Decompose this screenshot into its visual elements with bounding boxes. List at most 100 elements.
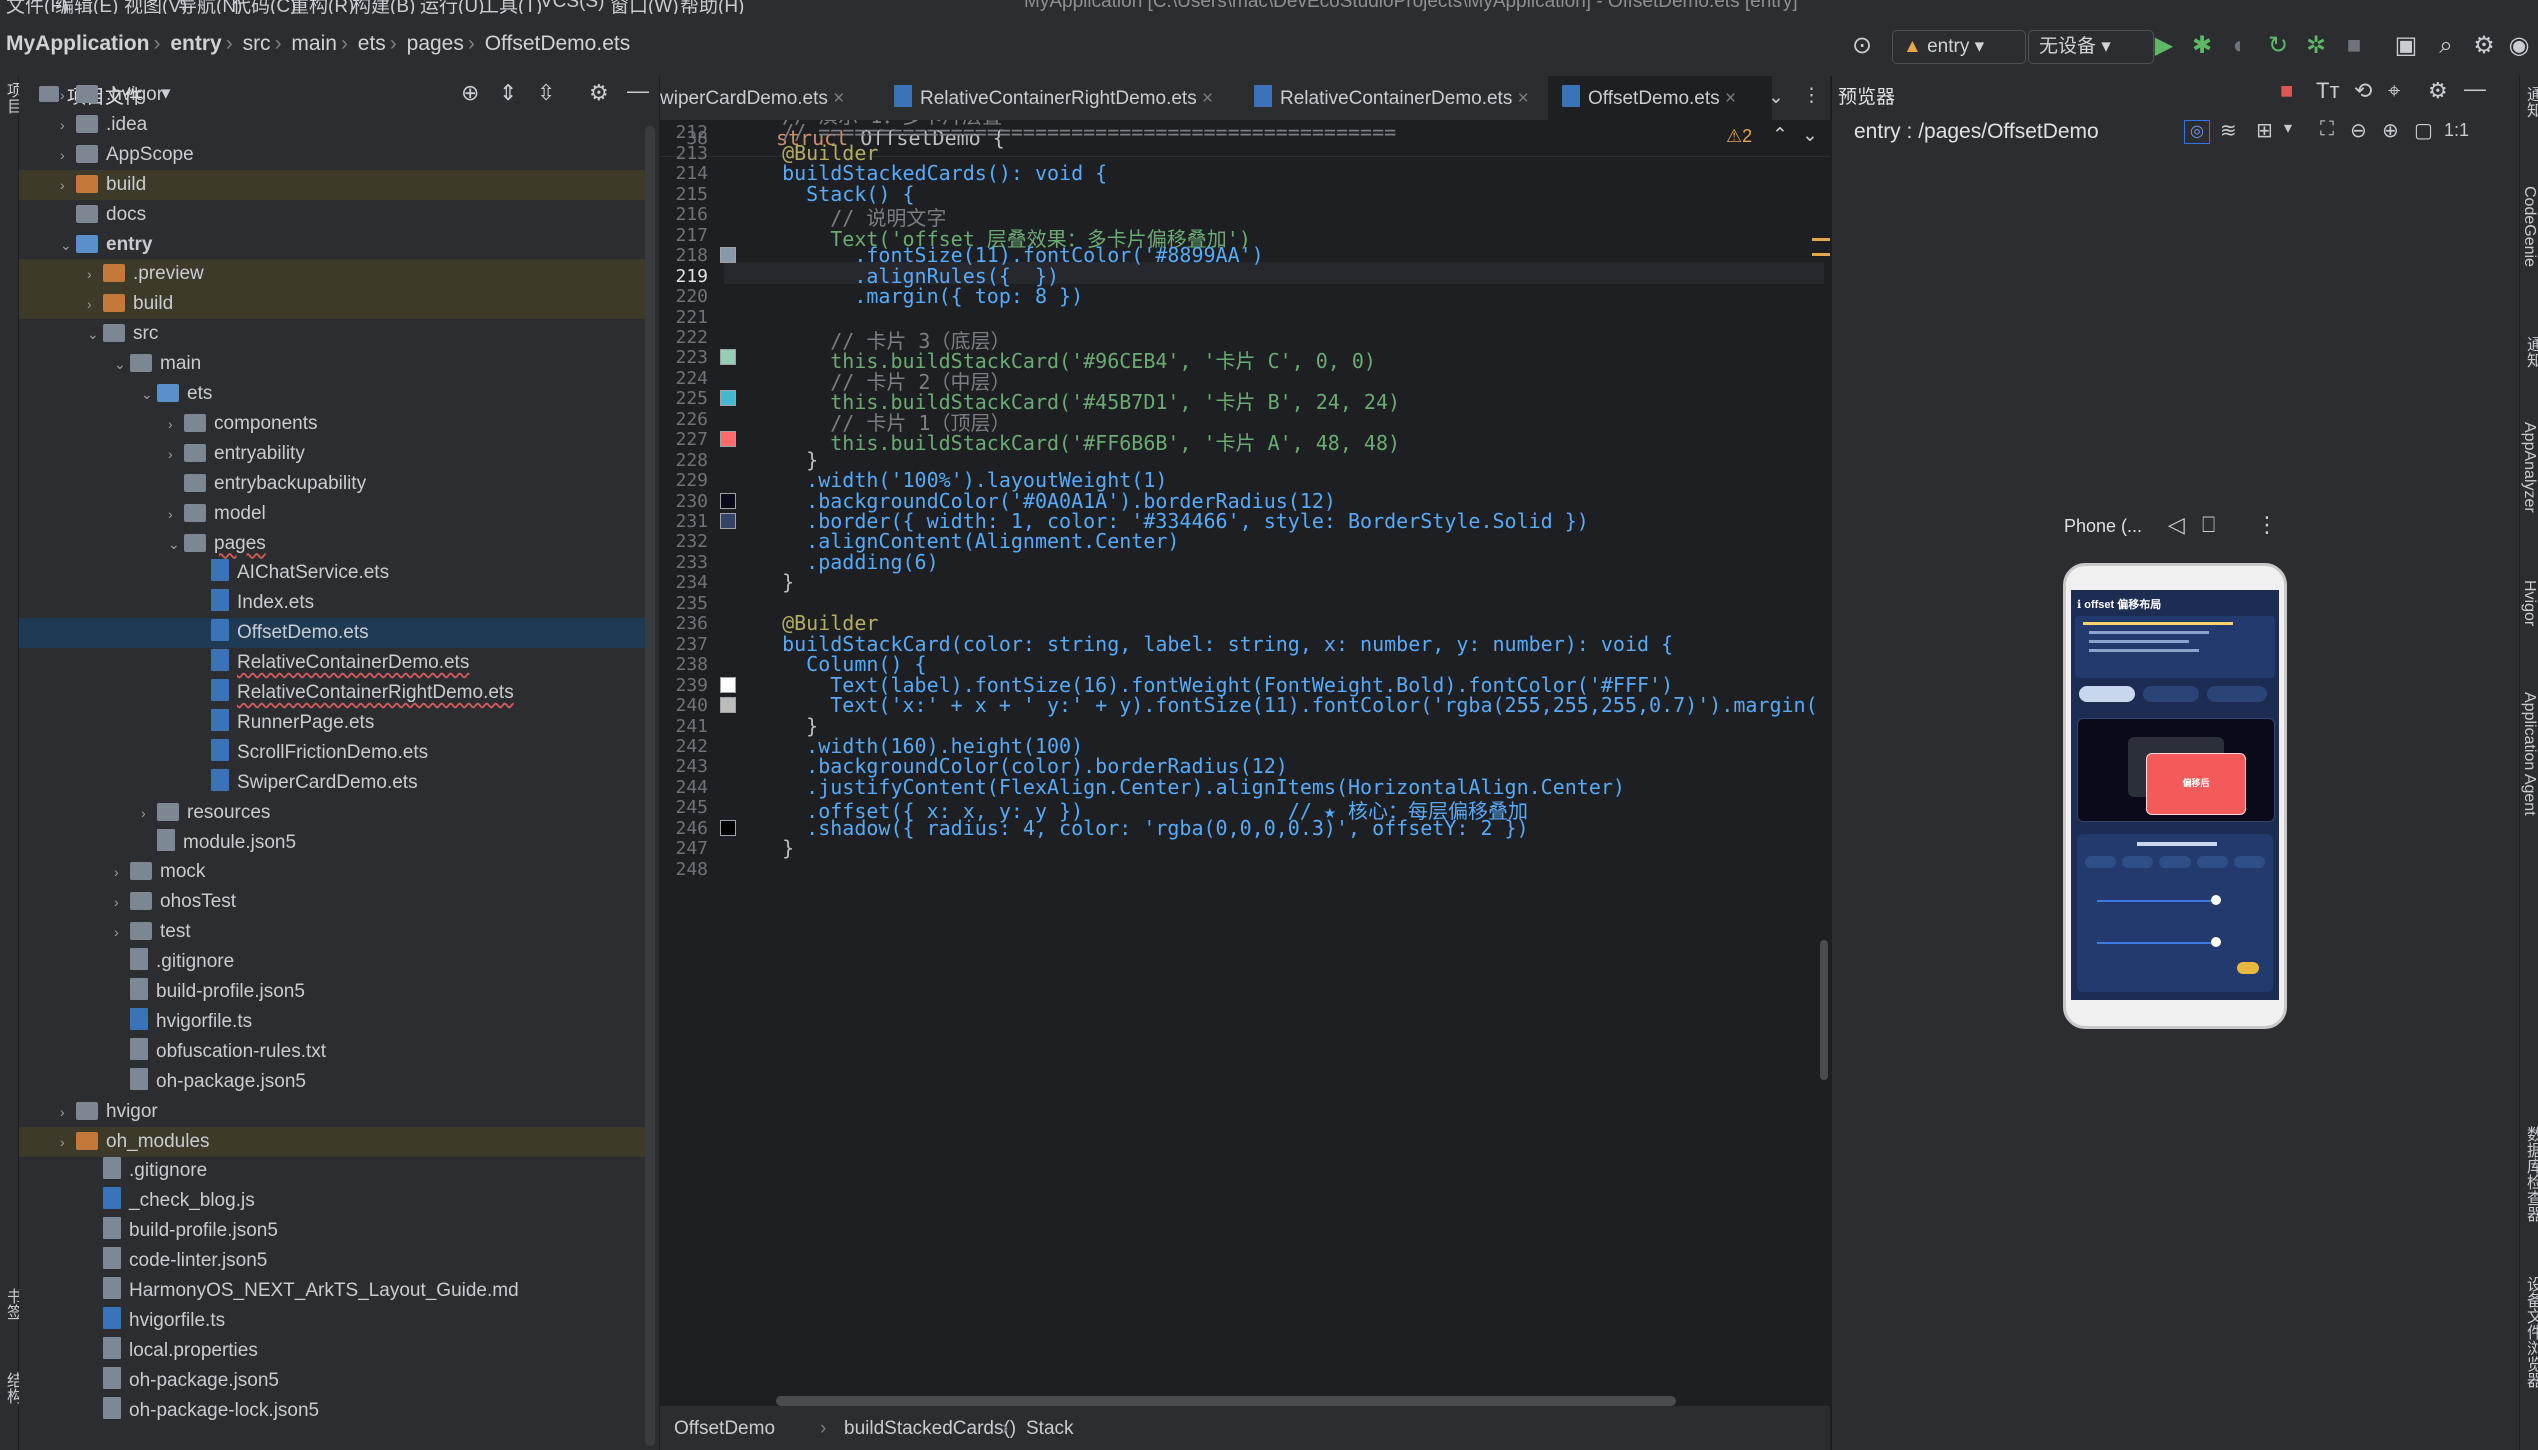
settings-icon[interactable]: ⚙: [2470, 32, 2498, 60]
chevron-right-icon[interactable]: ›: [114, 857, 130, 887]
fit-screen-icon[interactable]: ⛶: [2320, 118, 2334, 141]
menu-item[interactable]: 工具(T): [480, 0, 542, 14]
chevron-right-icon[interactable]: ›: [60, 1097, 76, 1127]
ratio-icon[interactable]: 1:1: [2444, 120, 2469, 141]
color-swatch-icon[interactable]: [720, 492, 736, 509]
chevron-right-icon[interactable]: ›: [60, 110, 76, 140]
editor-vertical-scrollbar[interactable]: [1820, 940, 1828, 1080]
chevron-right-icon[interactable]: ›: [60, 1127, 76, 1157]
tree-folder-item[interactable]: › .preview: [19, 259, 645, 290]
next-highlight-icon[interactable]: ⌄: [1802, 124, 1818, 147]
status-crumb-method[interactable]: buildStackedCards(): [844, 1418, 1016, 1440]
tree-folder-item[interactable]: › oh_modules: [19, 1126, 645, 1157]
menu-item[interactable]: 运行(U): [420, 0, 484, 14]
tab-relative-container-right-demo[interactable]: RelativeContainerRightDemo.ets ×: [880, 76, 1244, 120]
tree-file-item[interactable]: build-profile.json5: [19, 1216, 645, 1246]
tree-file-item[interactable]: oh-package-lock.json5: [19, 1396, 645, 1426]
debug-icon[interactable]: ✱: [2188, 32, 2216, 60]
code-line[interactable]: .shadow({ radius: 4, color: 'rgba(0,0,0,…: [758, 816, 1528, 840]
menu-item[interactable]: 窗口(W): [610, 0, 679, 14]
chevron-right-icon[interactable]: ›: [87, 289, 103, 319]
chevron-down-icon[interactable]: ⌄: [168, 529, 184, 559]
tree-file-item[interactable]: AIChatService.ets: [19, 558, 645, 588]
tree-file-item[interactable]: obfuscation-rules.txt: [19, 1037, 645, 1067]
chevron-right-icon[interactable]: ›: [114, 887, 130, 917]
chevron-right-icon[interactable]: ›: [60, 140, 76, 170]
tree-file-item[interactable]: code-linter.json5: [19, 1246, 645, 1276]
tree-folder-item[interactable]: › .hvigor: [19, 80, 645, 110]
rotate-icon[interactable]: ⎕: [2202, 512, 2215, 538]
color-swatch-icon[interactable]: [720, 247, 736, 264]
device-selector[interactable]: 无设备 ▾: [2028, 30, 2154, 64]
menu-item[interactable]: 构建(B): [352, 0, 415, 14]
breadcrumb-ets[interactable]: ets: [358, 32, 386, 55]
tree-folder-item[interactable]: › AppScope: [19, 140, 645, 170]
tree-file-item[interactable]: RelativeContainerRightDemo.ets: [19, 678, 645, 708]
project-scrollbar[interactable]: [645, 126, 655, 1446]
chevron-right-icon[interactable]: ›: [60, 80, 76, 110]
tree-folder-item[interactable]: › components: [19, 409, 645, 439]
font-size-icon[interactable]: Tт: [2316, 78, 2340, 104]
color-swatch-icon[interactable]: [720, 676, 736, 693]
chevron-right-icon[interactable]: ›: [168, 499, 184, 529]
tree-folder-item[interactable]: › mock: [19, 857, 645, 887]
notifications-tool-tab[interactable]: 通知: [2520, 86, 2538, 118]
breadcrumb-main[interactable]: main: [291, 32, 337, 55]
color-swatch-icon[interactable]: [720, 390, 736, 407]
menu-item[interactable]: 重构(R): [290, 0, 354, 14]
tree-file-item[interactable]: ScrollFrictionDemo.ets: [19, 738, 645, 768]
tree-folder-item[interactable]: › model: [19, 499, 645, 529]
breadcrumb-project[interactable]: MyApplication: [6, 32, 150, 55]
tree-file-item[interactable]: Index.ets: [19, 588, 645, 618]
menu-item[interactable]: 帮助(H): [680, 0, 744, 14]
layers-icon[interactable]: ≋: [2220, 118, 2237, 143]
account-icon[interactable]: ◉: [2505, 32, 2533, 60]
back-icon[interactable]: ◁: [2168, 512, 2185, 538]
application-agent-tool-tab[interactable]: Application Agent: [2520, 692, 2538, 816]
chevron-down-icon[interactable]: ⌄: [87, 319, 103, 349]
tree-file-item[interactable]: hvigorfile.ts: [19, 1306, 645, 1336]
prev-highlight-icon[interactable]: ⌃: [1772, 124, 1788, 147]
tree-folder-item[interactable]: › build: [19, 289, 645, 320]
more-icon[interactable]: ⋮: [1802, 84, 1821, 107]
minimize-panel-icon[interactable]: —: [2464, 76, 2486, 102]
tree-folder-item[interactable]: docs: [19, 200, 645, 230]
tree-file-item[interactable]: .gitignore: [19, 1156, 645, 1186]
tree-folder-item[interactable]: › entryability: [19, 439, 645, 469]
breadcrumb-src[interactable]: src: [243, 32, 271, 55]
inspect-icon[interactable]: ⌖: [2388, 78, 2400, 104]
menu-item[interactable]: VCS(S): [540, 0, 604, 13]
chevron-right-icon[interactable]: ›: [114, 917, 130, 947]
tree-file-item[interactable]: OffsetDemo.ets: [19, 618, 645, 649]
app-tab-active[interactable]: [2079, 686, 2135, 702]
warning-icon[interactable]: ⚠2: [1726, 126, 1752, 147]
status-crumb-stack[interactable]: Stack: [1026, 1418, 1074, 1440]
tree-file-item[interactable]: SwiperCardDemo.ets: [19, 768, 645, 798]
color-swatch-icon[interactable]: [720, 819, 736, 836]
zoom-in-icon[interactable]: ⊕: [2382, 118, 2399, 143]
app-tab[interactable]: [2143, 686, 2199, 702]
tree-folder-item[interactable]: ⌄ entry: [19, 230, 645, 260]
chevron-right-icon[interactable]: ›: [60, 170, 76, 200]
tree-folder-item[interactable]: › .idea: [19, 110, 645, 140]
tree-file-item[interactable]: .gitignore: [19, 947, 645, 977]
tree-file-item[interactable]: oh-package.json5: [19, 1067, 645, 1097]
menu-item[interactable]: 代码(C): [232, 0, 296, 14]
original-size-icon[interactable]: ▢: [2414, 118, 2433, 143]
codegenie-tool-tab[interactable]: CodeGenie: [2520, 186, 2538, 267]
gear-icon[interactable]: ⚙: [2428, 78, 2448, 104]
tree-file-item[interactable]: RelativeContainerDemo.ets: [19, 648, 645, 678]
appanalyzer-tool-tab[interactable]: AppAnalyzer: [2520, 422, 2538, 513]
code-line[interactable]: }: [758, 570, 794, 594]
tree-file-item[interactable]: oh-package.json5: [19, 1366, 645, 1396]
tree-folder-item[interactable]: ⌄ pages: [19, 529, 645, 559]
tree-folder-item[interactable]: entrybackupability: [19, 469, 645, 499]
preview-device-name[interactable]: Phone (...: [2064, 516, 2142, 537]
chevron-down-icon[interactable]: ▾: [2284, 118, 2292, 138]
color-swatch-icon[interactable]: [720, 697, 736, 714]
color-swatch-icon[interactable]: [720, 349, 736, 366]
x-offset-slider-handle[interactable]: [2211, 895, 2221, 905]
tree-folder-item[interactable]: ⌄ src: [19, 319, 645, 349]
y-offset-slider[interactable]: [2097, 942, 2217, 944]
tree-file-item[interactable]: RunnerPage.ets: [19, 708, 645, 738]
